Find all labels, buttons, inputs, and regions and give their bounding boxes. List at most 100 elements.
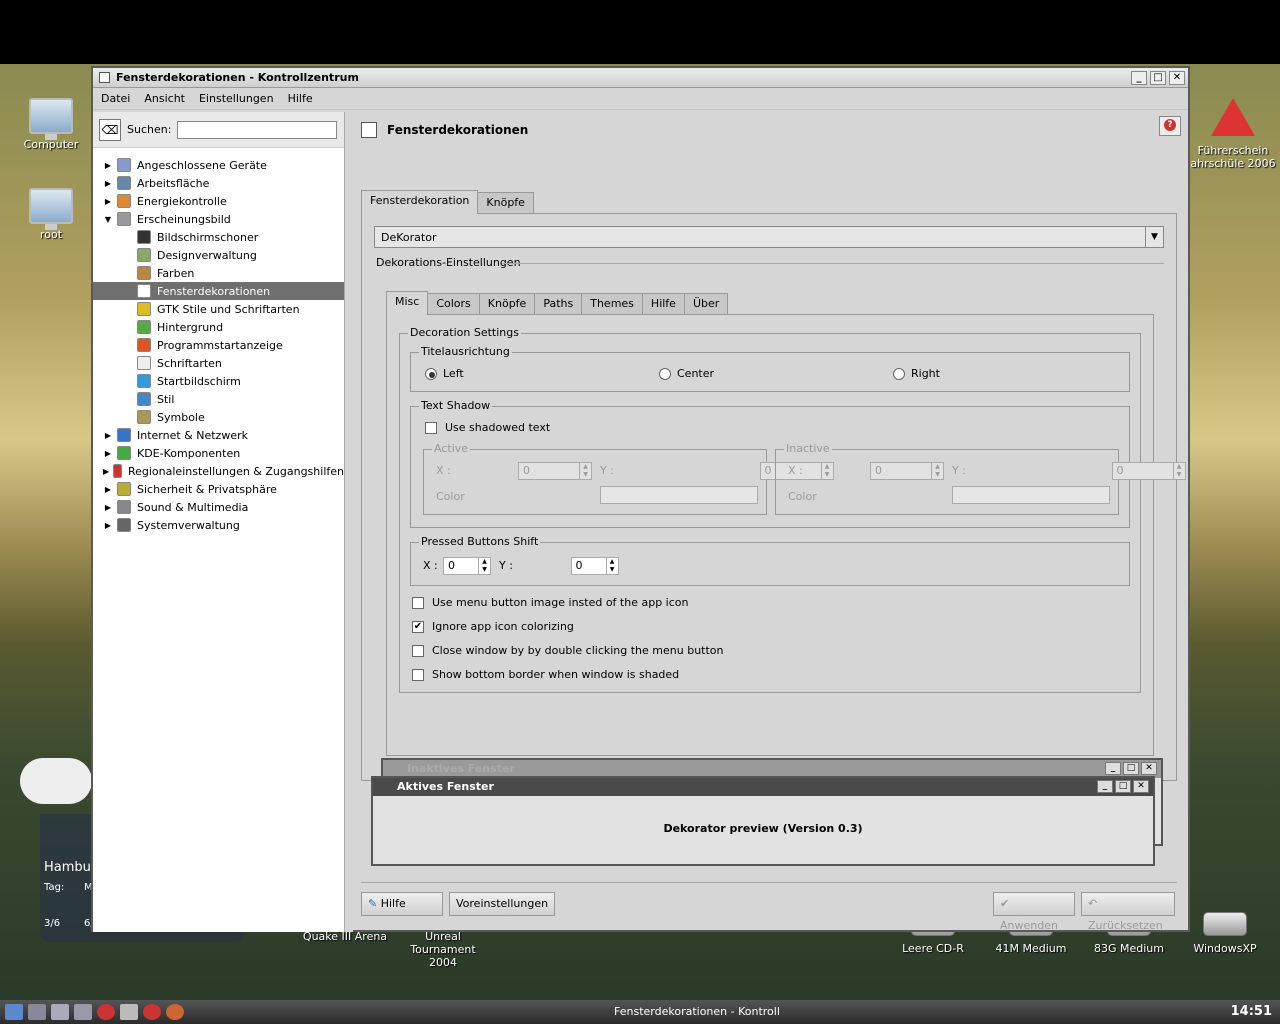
active-x-spinbox[interactable]: 0 ▲ ▼	[518, 462, 592, 480]
active-color-button[interactable]	[600, 486, 758, 504]
align-center-radio[interactable]: Center	[659, 367, 714, 380]
chevron-down-icon: ▼	[1145, 227, 1163, 247]
tree-child-item[interactable]: Bildschirmschoner	[93, 228, 344, 246]
inactive-color-button[interactable]	[952, 486, 1110, 504]
tree-child-item[interactable]: Farben	[93, 264, 344, 282]
chevron-down-icon[interactable]: ▼	[103, 215, 113, 224]
folder-icon[interactable]	[74, 1004, 92, 1020]
chevron-right-icon[interactable]: ▶	[103, 431, 113, 440]
tree-category-item[interactable]: ▶ Sound & Multimedia	[93, 498, 344, 516]
module-icon	[137, 392, 151, 406]
app-launcher-icon[interactable]	[97, 1004, 115, 1020]
firefox-icon[interactable]	[166, 1004, 184, 1020]
home-icon[interactable]	[51, 1004, 69, 1020]
maximize-button[interactable]: □	[1150, 70, 1166, 85]
tab-fensterdekoration[interactable]: Fensterdekoration	[361, 190, 479, 214]
tab-knoepfe-sub[interactable]: Knöpfe	[478, 293, 536, 315]
module-icon	[137, 230, 151, 244]
defaults-button[interactable]: Voreinstellungen	[449, 892, 556, 916]
module-icon	[113, 464, 122, 478]
tree-category-item[interactable]: ▼ Erscheinungsbild	[93, 210, 344, 228]
app-launcher-icon[interactable]	[143, 1004, 161, 1020]
tree-child-item[interactable]: Designverwaltung	[93, 246, 344, 264]
help-icon[interactable]	[1159, 116, 1181, 136]
tree-child-item[interactable]: Startbildschirm	[93, 372, 344, 390]
menu-ansicht[interactable]: Ansicht	[144, 92, 185, 105]
tree-category-item[interactable]: ▶ Internet & Netzwerk	[93, 426, 344, 444]
chevron-right-icon[interactable]: ▶	[103, 521, 113, 530]
minimize-button[interactable]: _	[1131, 70, 1147, 85]
splitter-handle[interactable]	[345, 112, 353, 932]
root-desktop-icon[interactable]: root	[6, 188, 96, 241]
window-titlebar[interactable]: Fensterdekorationen - Kontrollzentrum _ …	[93, 68, 1188, 88]
monitor-icon	[29, 188, 73, 230]
chevron-right-icon[interactable]: ▶	[103, 161, 113, 170]
tab-paths[interactable]: Paths	[534, 293, 583, 315]
apply-button[interactable]: ✔ Anwenden	[993, 892, 1075, 932]
chevron-right-icon[interactable]: ▶	[103, 179, 113, 188]
ignore-colorizing-checkbox[interactable]: ✔ Ignore app icon colorizing	[412, 620, 574, 633]
module-icon	[137, 356, 151, 370]
chevron-right-icon[interactable]: ▶	[103, 467, 109, 476]
taskbar: Fensterdekorationen - Kontroll 14:51	[0, 1000, 1280, 1024]
tree-category-item[interactable]: ▶ Regionaleinstellungen & Zugangshilfen	[93, 462, 344, 480]
module-icon	[117, 446, 131, 460]
tree-child-item[interactable]: Stil	[93, 390, 344, 408]
bottom-border-shaded-checkbox[interactable]: Show bottom border when window is shaded	[412, 668, 679, 681]
tree-child-item[interactable]: Fensterdekorationen	[93, 282, 344, 300]
preview-active-window: Aktives Fenster _ □ ✕ Dekorator preview (V…	[371, 776, 1155, 866]
shift-x-spinbox[interactable]: 0 ▲ ▼	[443, 557, 491, 575]
tree-child-item[interactable]: Symbole	[93, 408, 344, 426]
align-left-radio[interactable]: Left	[425, 367, 464, 380]
menu-hilfe[interactable]: Hilfe	[288, 92, 313, 105]
check-icon: ✔	[1000, 897, 1010, 910]
window-app-icon[interactable]	[99, 72, 110, 83]
computer-desktop-icon[interactable]: Computer	[6, 98, 96, 151]
chevron-right-icon[interactable]: ▶	[103, 449, 113, 458]
module-icon	[137, 410, 151, 424]
tab-colors[interactable]: Colors	[427, 293, 480, 315]
tree-category-item[interactable]: ▶ Energiekontrolle	[93, 192, 344, 210]
tree-category-item[interactable]: ▶ Sicherheit & Privatsphäre	[93, 480, 344, 498]
shift-y-spinbox[interactable]: 0 ▲ ▼	[570, 557, 619, 575]
menu-einstellungen[interactable]: Einstellungen	[199, 92, 274, 105]
clear-search-icon[interactable]: ⌫	[99, 118, 121, 141]
use-shadowed-checkbox[interactable]: Use shadowed text	[425, 421, 550, 434]
tree-category-item[interactable]: ▶ Systemverwaltung	[93, 516, 344, 534]
preview-text: Dekorator preview (Version 0.3)	[663, 822, 863, 835]
menu-button-image-checkbox[interactable]: Use menu button image insted of the app …	[412, 596, 688, 609]
close-double-click-checkbox[interactable]: Close window by by double clicking the m…	[412, 644, 724, 657]
chevron-right-icon[interactable]: ▶	[103, 503, 113, 512]
tree-child-item[interactable]: Programmstartanzeige	[93, 336, 344, 354]
align-right-radio[interactable]: Right	[893, 367, 940, 380]
tree-category-item[interactable]: ▶ Arbeitsfläche	[93, 174, 344, 192]
windowsxp-desktop-icon[interactable]: WindowsXP	[1180, 912, 1270, 955]
inactive-y-spinbox[interactable]: 0 ▲ ▼	[1111, 462, 1186, 480]
tree-category-item[interactable]: ▶ Angeschlossene Geräte	[93, 156, 344, 174]
clock[interactable]: 14:51	[1231, 1002, 1272, 1022]
unreal-desktop-icon[interactable]: Unreal Tournament 2004	[398, 930, 488, 969]
tab-misc[interactable]: Misc	[386, 291, 429, 315]
tree-category-item[interactable]: ▶ KDE-Komponenten	[93, 444, 344, 462]
tree-child-item[interactable]: Hintergrund	[93, 318, 344, 336]
inactive-x-spinbox[interactable]: 0 ▲ ▼	[870, 462, 944, 480]
taskbar-task[interactable]: Fensterdekorationen - Kontroll	[596, 1002, 780, 1022]
tree-child-item[interactable]: Schriftarten	[93, 354, 344, 372]
help-button[interactable]: ✎ Hilfe	[361, 892, 443, 916]
warning-desktop-icon[interactable]: Führerschein ahrschüle 2006	[1186, 98, 1280, 170]
tab-themes[interactable]: Themes	[581, 293, 643, 315]
desktop-icon[interactable]	[28, 1004, 46, 1020]
search-input[interactable]	[177, 120, 338, 139]
chevron-right-icon[interactable]: ▶	[103, 485, 113, 494]
tab-knoepfe[interactable]: Knöpfe	[477, 192, 534, 214]
decoration-select[interactable]: DeKorator ▼	[374, 226, 1164, 248]
lock-icon[interactable]	[120, 1004, 138, 1020]
menu-datei[interactable]: Datei	[101, 92, 130, 105]
tab-hilfe[interactable]: Hilfe	[641, 293, 685, 315]
tree-child-item[interactable]: GTK Stile und Schriftarten	[93, 300, 344, 318]
reset-button[interactable]: ↶ Zurücksetzen	[1081, 892, 1175, 932]
close-button[interactable]: ✕	[1169, 70, 1185, 85]
chevron-right-icon[interactable]: ▶	[103, 197, 113, 206]
tab-ueber[interactable]: Über	[683, 293, 729, 315]
kde-menu-icon[interactable]	[5, 1004, 23, 1020]
